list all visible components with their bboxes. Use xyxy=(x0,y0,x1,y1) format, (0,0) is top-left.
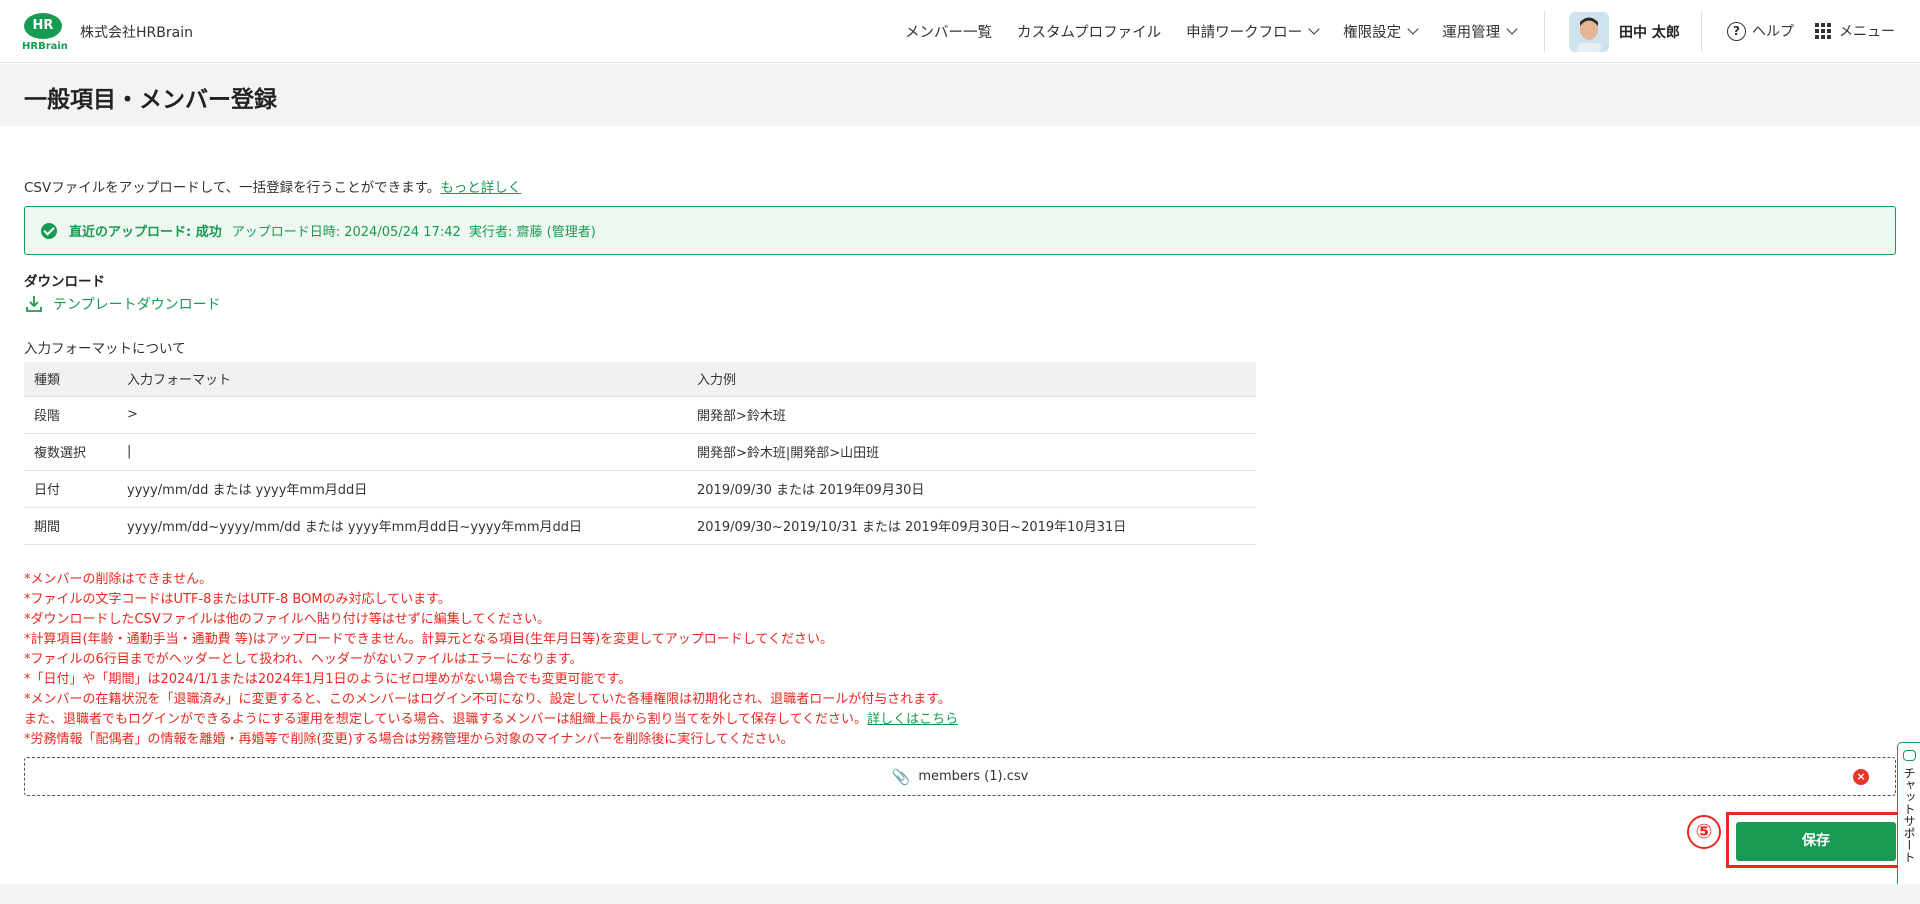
step-annotation: ⑤ xyxy=(1687,815,1721,849)
nav-workflow[interactable]: 申請ワークフロー xyxy=(1186,21,1320,42)
table-row: 段階 > 開発部>鈴木班 xyxy=(24,396,1256,434)
nav-label: 運用管理 xyxy=(1442,25,1501,41)
note-line: *メンバーの在籍状況を「退職済み」に変更すると、このメンバーはログイン不可になり… xyxy=(24,692,951,707)
note-line: *「日付」や「期間」は2024/1/1または2024年1月1日のようにゼロ埋めが… xyxy=(24,672,632,687)
menu-label: メニュー xyxy=(1839,24,1895,40)
notes-list: *メンバーの削除はできません。 *ファイルの文字コードはUTF-8またはUTF-… xyxy=(24,570,958,750)
note-line: *計算項目(年齢・通勤手当・通勤費 等)はアップロードできません。計算元となる項… xyxy=(24,632,833,647)
nav-label: メンバー一覧 xyxy=(905,25,992,41)
table-row: 期間 yyyy/mm/dd~yyyy/mm/dd または yyyy年mm月dd日… xyxy=(24,507,1256,545)
note-line: *ダウンロードしたCSVファイルは他のファイルへ貼り付け等はせずに編集してくださ… xyxy=(24,612,550,627)
note-line: *ファイルの6行目までがヘッダーとして扱われ、ヘッダーがないファイルはエラーにな… xyxy=(24,652,583,667)
table-cell: 開発部>鈴木班 xyxy=(687,396,1256,434)
app-header: HR HRBrain 株式会社HRBrain メンバー一覧 カスタムプロファイル… xyxy=(0,0,1920,63)
header-divider xyxy=(1701,11,1702,52)
main-nav: メンバー一覧 カスタムプロファイル 申請ワークフロー 権限設定 運用管理 xyxy=(905,0,1541,63)
logo-mark: HR xyxy=(24,13,62,39)
user-menu[interactable]: 田中 太郎 xyxy=(1569,12,1680,52)
note-line: *メンバーの削除はできません。 xyxy=(24,572,213,587)
help-label: ヘルプ xyxy=(1752,24,1794,40)
chat-support-tab[interactable]: チャットサポート xyxy=(1897,742,1920,892)
template-download-label: テンプレートダウンロード xyxy=(53,297,221,313)
table-cell: 日付 xyxy=(24,470,117,508)
table-cell: yyyy/mm/dd または yyyy年mm月dd日 xyxy=(117,470,687,508)
column-header: 入力例 xyxy=(687,362,1256,397)
nav-member-list[interactable]: メンバー一覧 xyxy=(905,21,992,42)
uploaded-file: 📎 members (1).csv xyxy=(25,758,1895,795)
company-name: 株式会社HRBrain xyxy=(80,25,193,41)
nav-label: 権限設定 xyxy=(1343,25,1402,41)
column-header: 種類 xyxy=(24,362,117,397)
header-divider xyxy=(1544,11,1545,52)
table-cell: yyyy/mm/dd~yyyy/mm/dd または yyyy年mm月dd日~yy… xyxy=(117,507,687,545)
format-section-title: 入力フォーマットについて xyxy=(24,341,186,357)
template-download-link[interactable]: テンプレートダウンロード xyxy=(24,294,221,314)
chat-icon xyxy=(1903,750,1916,761)
nav-custom-profile[interactable]: カスタムプロファイル xyxy=(1017,21,1161,42)
title-band xyxy=(0,64,1920,126)
chevron-down-icon xyxy=(1308,23,1320,35)
chevron-down-icon xyxy=(1407,23,1419,35)
note-text: また、退職者でもログインができるようにする運用を想定している場合、退職するメンバ… xyxy=(24,712,868,727)
table-cell: 段階 xyxy=(24,396,117,434)
table-cell: 期間 xyxy=(24,507,117,545)
table-cell: 開発部>鈴木班|開発部>山田班 xyxy=(687,433,1256,471)
footer-band xyxy=(0,884,1920,904)
intro-description: CSVファイルをアップロードして、一括登録を行うことができます。 xyxy=(24,180,441,196)
upload-status-banner: 直近のアップロード: 成功 アップロード日時: 2024/05/24 17:42… xyxy=(24,206,1896,255)
paperclip-icon: 📎 xyxy=(891,767,911,786)
app-menu-button[interactable]: メニュー xyxy=(1815,21,1895,41)
note-line: *ファイルの文字コードはUTF-8またはUTF-8 BOMのみ対応しています。 xyxy=(24,592,451,607)
grid-icon xyxy=(1815,23,1831,39)
note-line: また、退職者でもログインができるようにする運用を想定している場合、退職するメンバ… xyxy=(24,710,958,730)
remove-file-icon[interactable]: × xyxy=(1853,769,1869,785)
help-link[interactable]: ? ヘルプ xyxy=(1727,21,1794,41)
download-section-title: ダウンロード xyxy=(24,274,105,290)
save-button[interactable]: 保存 xyxy=(1736,822,1896,861)
table-row: 複数選択 | 開発部>鈴木班|開発部>山田班 xyxy=(24,433,1256,471)
intro-text: CSVファイルをアップロードして、一括登録を行うことができます。もっと詳しく xyxy=(24,176,521,196)
download-icon xyxy=(26,296,42,312)
nav-label: カスタムプロファイル xyxy=(1017,25,1162,41)
nav-label: 申請ワークフロー xyxy=(1186,25,1303,41)
uploaded-file-name: members (1).csv xyxy=(918,769,1029,784)
upload-status-title: 直近のアップロード: 成功 xyxy=(69,225,222,240)
check-circle-icon xyxy=(41,222,57,239)
chat-support-label: チャットサポート xyxy=(1902,767,1916,863)
table-header-row: 種類 入力フォーマット 入力例 xyxy=(24,362,1256,397)
table-cell: | xyxy=(117,433,687,471)
format-table: 種類 入力フォーマット 入力例 段階 > 開発部>鈴木班 複数選択 | 開発部>… xyxy=(24,362,1256,545)
nav-permissions[interactable]: 権限設定 xyxy=(1343,21,1419,42)
logo-text: HRBrain xyxy=(22,41,68,52)
avatar xyxy=(1569,12,1609,52)
column-header: 入力フォーマット xyxy=(117,362,687,397)
chevron-down-icon xyxy=(1506,23,1518,35)
table-cell: 2019/09/30 または 2019年09月30日 xyxy=(687,470,1256,508)
nav-operations[interactable]: 運用管理 xyxy=(1442,21,1518,42)
table-cell: 2019/09/30~2019/10/31 または 2019年09月30日~20… xyxy=(687,507,1256,545)
file-drop-zone[interactable]: 📎 members (1).csv × xyxy=(24,757,1896,796)
hrbrain-logo[interactable]: HR HRBrain xyxy=(22,13,68,53)
table-row: 日付 yyyy/mm/dd または yyyy年mm月dd日 2019/09/30… xyxy=(24,470,1256,508)
help-icon: ? xyxy=(1727,21,1746,41)
learn-more-link[interactable]: もっと詳しく xyxy=(440,180,521,196)
page-title: 一般項目・メンバー登録 xyxy=(24,87,277,113)
user-name: 田中 太郎 xyxy=(1619,25,1680,41)
avatar-image xyxy=(1569,12,1609,52)
note-line: *労務情報「配偶者」の情報を離婚・再婚等で削除(変更)する場合は労務管理から対象… xyxy=(24,732,794,747)
details-link[interactable]: 詳しくはこちら xyxy=(867,712,958,727)
upload-status-detail: アップロード日時: 2024/05/24 17:42 実行者: 齋藤 (管理者) xyxy=(231,225,596,240)
table-cell: 複数選択 xyxy=(24,433,117,471)
table-cell: > xyxy=(117,396,687,434)
